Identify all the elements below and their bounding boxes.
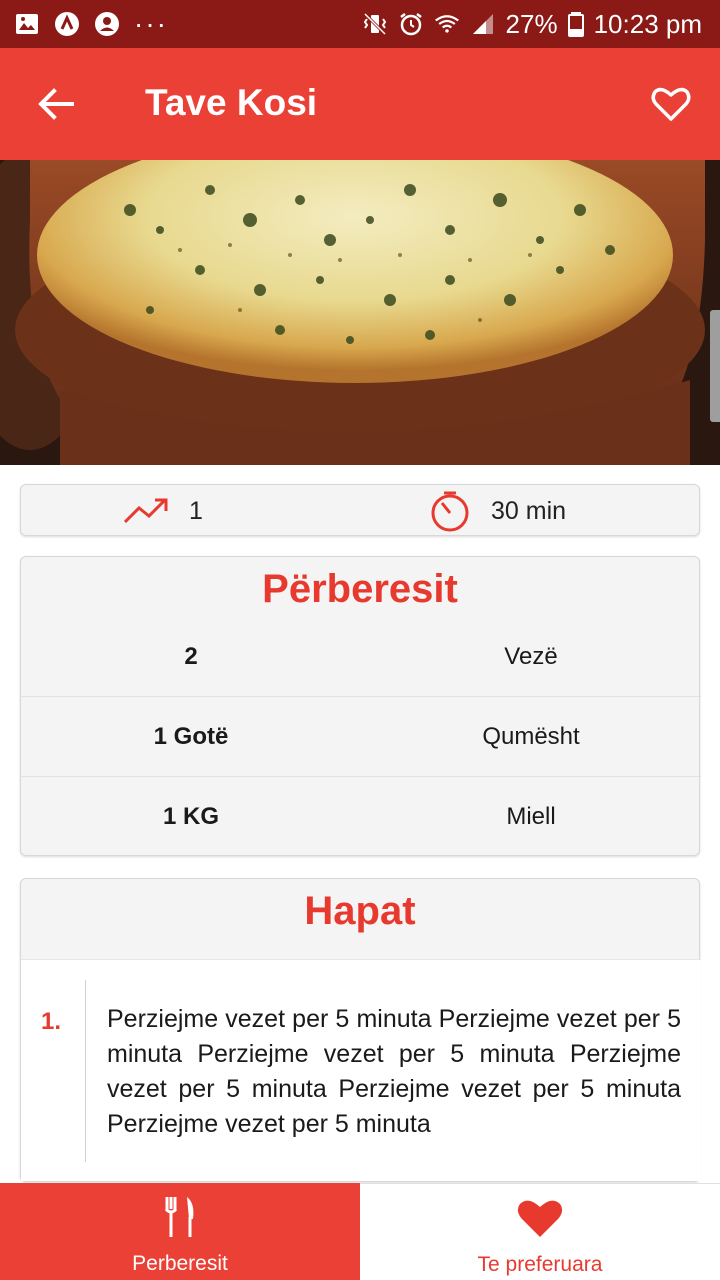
recipe-photo <box>0 160 720 465</box>
ingredient-quantity: 1 Gotë <box>153 722 229 750</box>
more-notifications-dots: ··· <box>134 8 168 39</box>
app-bar: Tave Kosi <box>0 48 720 160</box>
ingredients-card: Përberesit 2 Vezë 1 Gotë Qumësht 1 KG Mi… <box>20 556 701 856</box>
steps-title: Hapat <box>304 889 416 933</box>
clock: 10:23 pm <box>593 8 702 39</box>
status-bar-notifications: ··· <box>14 8 168 40</box>
step-divider <box>85 980 86 1162</box>
tab-favorites-label: Te preferuara <box>477 1253 603 1276</box>
image-notification-icon <box>16 14 38 34</box>
battery-icon <box>567 12 584 37</box>
tab-favorites[interactable]: Te preferuara <box>360 1183 720 1280</box>
tab-ingredients-label: Perberesit <box>132 1252 228 1275</box>
heart-outline-icon[interactable] <box>651 86 691 122</box>
ingredient-row: 1 KG Miell <box>21 776 701 856</box>
ingredient-row: 1 Gotë Qumësht <box>21 696 701 776</box>
status-bar: ··· 27% 10:23 pm <box>0 0 720 48</box>
ingredient-quantity: 1 KG <box>162 802 219 830</box>
ingredient-name: Qumësht <box>482 722 580 750</box>
ingredient-name: Miell <box>506 802 556 830</box>
fork-knife-icon <box>164 1197 194 1237</box>
difficulty-value: 1 <box>189 496 203 525</box>
status-bar-system: 27% 10:23 pm <box>362 9 702 40</box>
alarm-icon <box>399 13 422 36</box>
time-value: 30 min <box>491 496 567 525</box>
steps-card: Hapat 1. Perziejme vezet per 5 minuta Pe… <box>20 878 701 1182</box>
ingredients-title: Përberesit <box>262 567 458 611</box>
timer-icon <box>431 491 469 532</box>
ingredient-name: Vezë <box>504 643 558 670</box>
vibrate-icon <box>363 12 386 36</box>
recipe-stats-card: 1 30 min <box>20 484 700 536</box>
trending-up-icon <box>123 498 168 524</box>
scrollbar-thumb[interactable] <box>710 310 720 422</box>
page-title: Tave Kosi <box>145 82 318 123</box>
heart-icon <box>517 1200 563 1237</box>
step-item: 1. Perziejme vezet per 5 minuta Perziejm… <box>21 959 701 1181</box>
app-notification-icon <box>55 12 79 36</box>
account-notification-icon <box>95 12 119 36</box>
arrow-left-icon[interactable] <box>36 86 76 122</box>
wifi-icon <box>434 15 459 33</box>
signal-icon <box>472 14 493 34</box>
difficulty-stat: 1 <box>123 485 203 537</box>
tab-ingredients[interactable]: Perberesit <box>0 1183 360 1280</box>
step-number: 1. <box>41 1008 62 1035</box>
step-text: Perziejme vezet per 5 minuta Perziejme v… <box>107 1005 681 1138</box>
bottom-navigation: Perberesit Te preferuara <box>0 1183 720 1280</box>
time-stat: 30 min <box>429 485 566 537</box>
ingredient-row: 2 Vezë <box>21 617 701 697</box>
ingredient-quantity: 2 <box>184 643 198 670</box>
battery-percent: 27% <box>505 8 558 39</box>
